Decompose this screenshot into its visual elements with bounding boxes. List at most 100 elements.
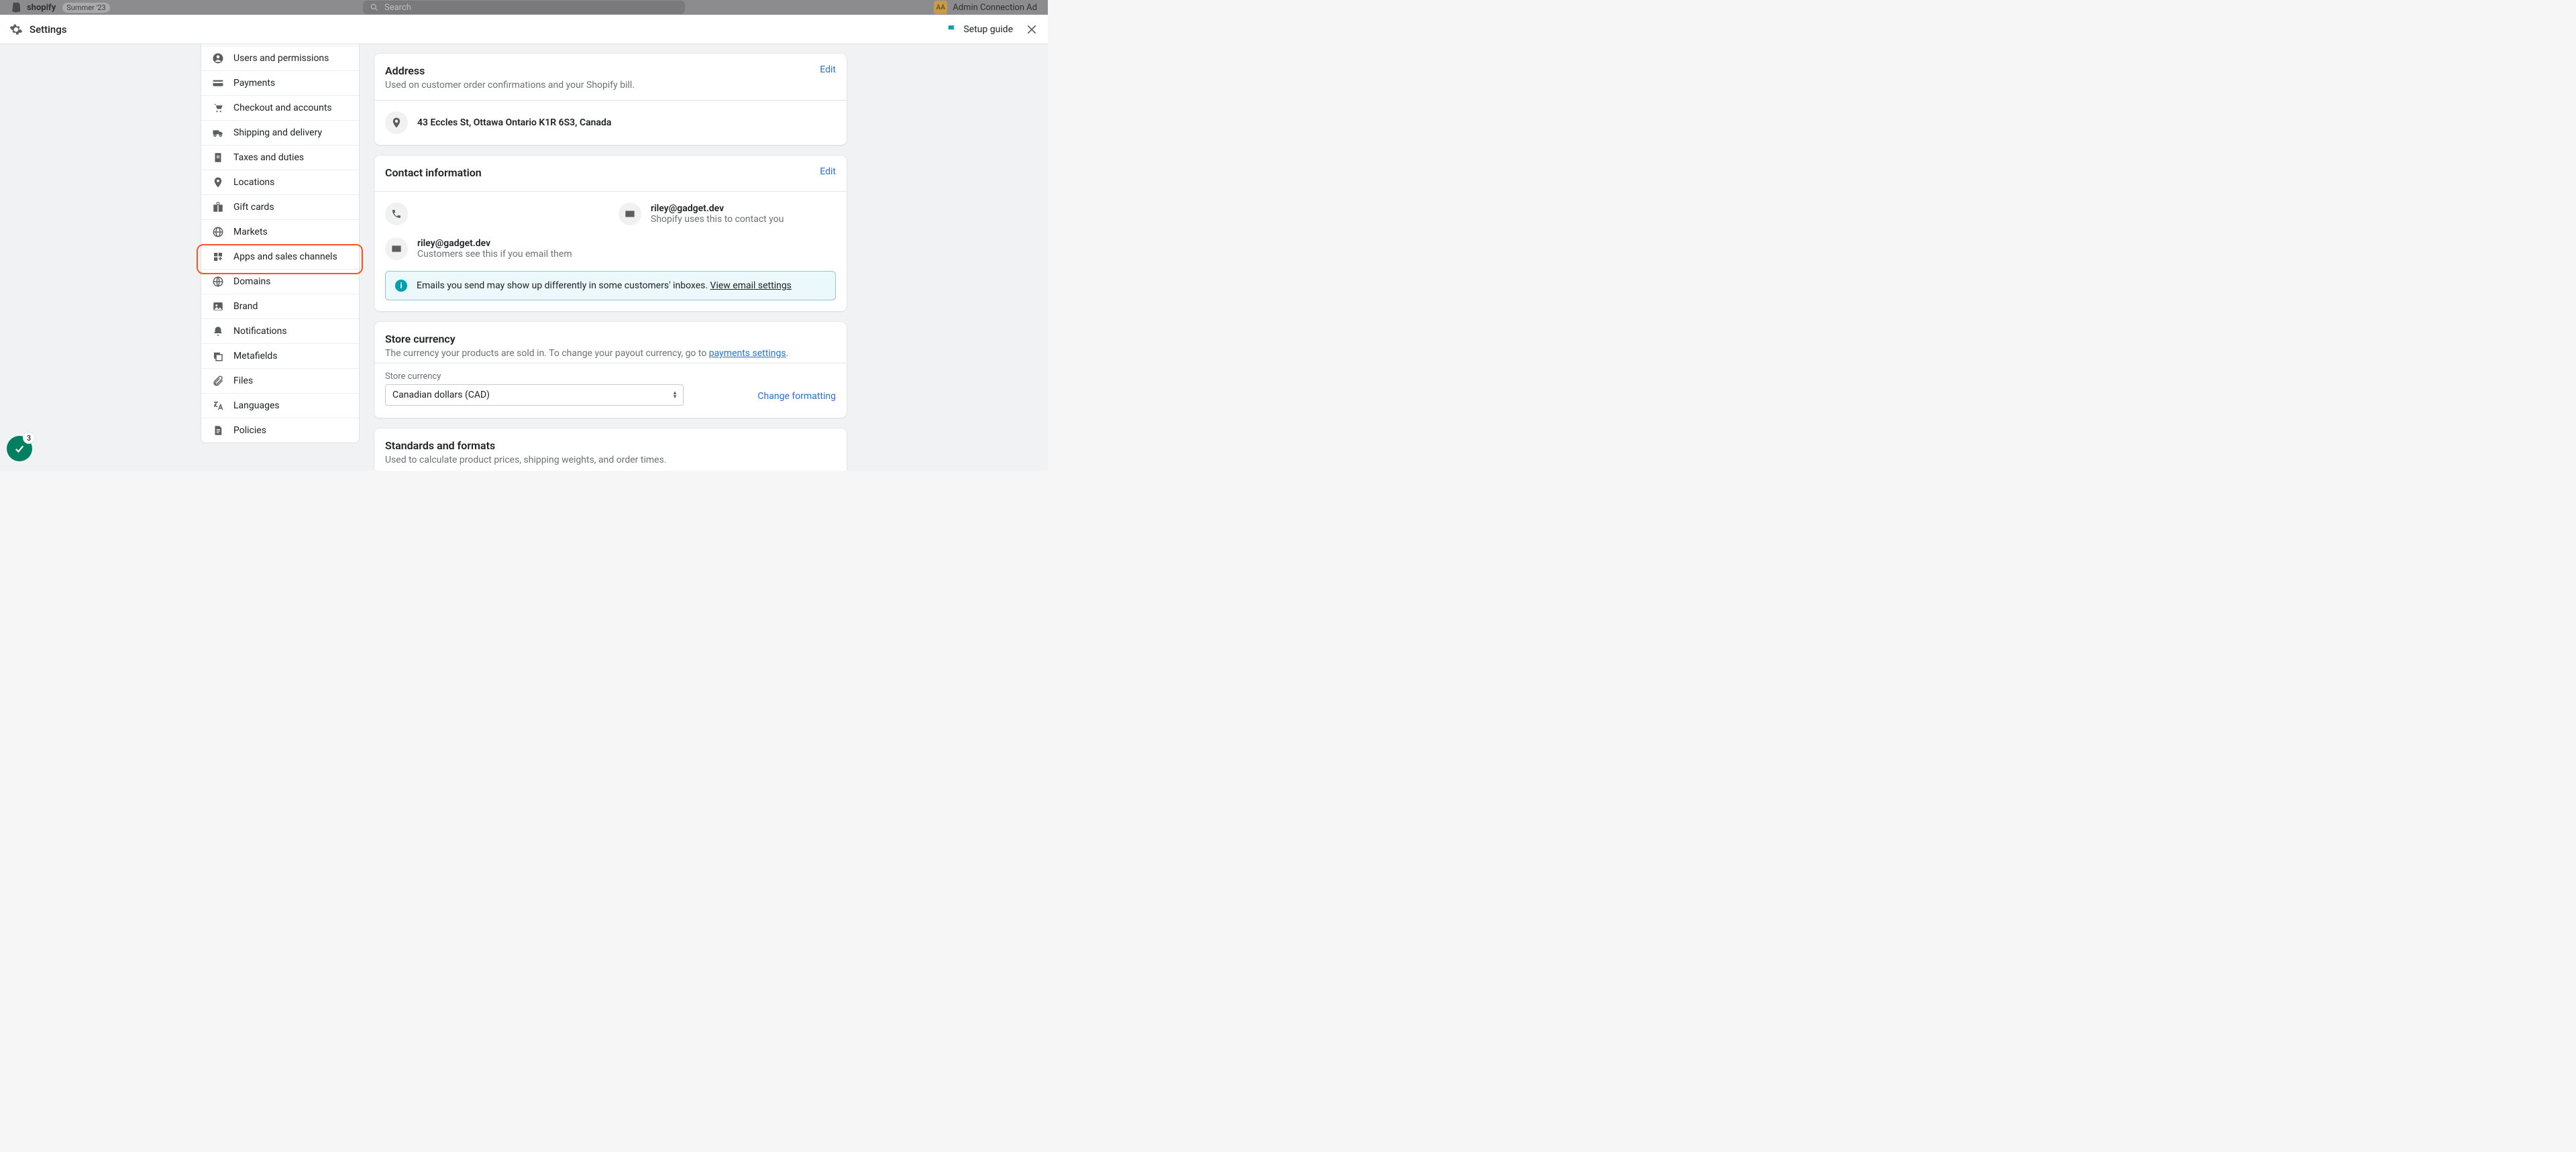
sidebar-item-markets[interactable]: Markets xyxy=(201,220,359,245)
fab-badge: 3 xyxy=(23,432,35,444)
sidebar-item-checkout-and-accounts[interactable]: Checkout and accounts xyxy=(201,96,359,121)
currency-subtitle-suffix: . xyxy=(786,348,789,359)
attachment-icon xyxy=(212,375,224,387)
sidebar-item-locations[interactable]: Locations xyxy=(201,170,359,195)
payments-settings-link[interactable]: payments settings xyxy=(709,348,786,359)
store-currency-card: Store currency The currency your product… xyxy=(374,322,847,418)
flag-icon xyxy=(946,23,958,36)
apps-icon xyxy=(212,251,224,263)
banner-text: Emails you send may show up differently … xyxy=(417,280,710,291)
currency-select[interactable]: Canadian dollars (CAD) ▲▼ xyxy=(385,384,684,406)
global-search-dimmed: Search xyxy=(363,1,685,14)
contact-title: Contact information xyxy=(385,166,482,179)
sidebar-item-metafields[interactable]: Metafields xyxy=(201,344,359,369)
domain-icon xyxy=(212,276,224,288)
address-title: Address xyxy=(385,64,635,77)
user-circle-icon xyxy=(212,52,224,64)
sidebar-item-taxes-and-duties[interactable]: Taxes and duties xyxy=(201,146,359,170)
email-icon xyxy=(385,237,408,260)
receipt-icon xyxy=(212,152,224,164)
address-subtitle: Used on customer order confirmations and… xyxy=(385,80,635,91)
contact-phone-row xyxy=(385,203,602,225)
sidebar-item-label: Metafields xyxy=(233,351,278,361)
close-button[interactable] xyxy=(1025,23,1038,36)
sidebar-item-domains[interactable]: Domains xyxy=(201,270,359,294)
account-email-note: Shopify uses this to contact you xyxy=(651,214,784,225)
sidebar-item-label: Brand xyxy=(233,301,258,312)
sidebar-item-notifications[interactable]: Notifications xyxy=(201,319,359,344)
currency-title: Store currency xyxy=(385,333,836,345)
sidebar-item-payments[interactable]: Payments xyxy=(201,71,359,96)
sidebar-item-label: Payments xyxy=(233,78,275,89)
standards-card: Standards and formats Used to calculate … xyxy=(374,428,847,471)
contact-sender-email-row: riley@gadget.dev Customers see this if y… xyxy=(385,237,602,260)
setup-guide-button[interactable]: Setup guide xyxy=(946,23,1013,36)
view-email-settings-link[interactable]: View email settings xyxy=(710,280,792,291)
account-email-value: riley@gadget.dev xyxy=(651,203,784,214)
sidebar-item-shipping-and-delivery[interactable]: Shipping and delivery xyxy=(201,121,359,146)
address-card: Address Used on customer order confirmat… xyxy=(374,54,847,145)
email-banner: i Emails you send may show up differentl… xyxy=(385,271,836,300)
truck-icon xyxy=(212,127,224,139)
gear-icon xyxy=(9,23,23,36)
settings-title: Settings xyxy=(30,23,67,36)
sidebar-item-label: Taxes and duties xyxy=(233,152,304,163)
sidebar-item-label: Locations xyxy=(233,177,274,188)
shopify-logo: shopify xyxy=(11,1,56,13)
settings-nav: Users and permissions Payments Checkout an… xyxy=(201,44,360,443)
sidebar-item-label: Files xyxy=(233,376,253,386)
onboarding-fab[interactable]: 3 xyxy=(7,436,32,461)
location-pin-icon xyxy=(385,111,408,134)
contact-account-email-row: riley@gadget.dev Shopify uses this to co… xyxy=(619,203,836,225)
select-arrows-icon: ▲▼ xyxy=(672,391,678,399)
sidebar-item-files[interactable]: Files xyxy=(201,369,359,394)
sidebar-item-label: Users and permissions xyxy=(233,53,329,64)
phone-icon xyxy=(385,203,408,225)
user-label-dimmed: Admin Connection Ad xyxy=(953,3,1037,13)
sidebar-item-label: Checkout and accounts xyxy=(233,103,332,113)
sidebar-item-label: Languages xyxy=(233,400,280,411)
address-value: 43 Eccles St, Ottawa Ontario K1R 6S3, Ca… xyxy=(417,117,611,128)
info-icon: i xyxy=(395,280,407,292)
email-icon xyxy=(619,203,641,225)
standards-subtitle: Used to calculate product prices, shippi… xyxy=(385,455,836,465)
document-icon xyxy=(212,424,224,437)
sidebar-item-label: Apps and sales channels xyxy=(233,251,337,262)
sidebar-item-apps-and-sales-channels[interactable]: Apps and sales channels xyxy=(201,245,359,270)
sidebar-item-brand[interactable]: Brand xyxy=(201,294,359,319)
contact-card: Contact information Edit xyxy=(374,156,847,311)
edition-badge: Summer '23 xyxy=(62,3,109,13)
sidebar-item-policies[interactable]: Policies xyxy=(201,418,359,443)
currency-subtitle-prefix: The currency your products are sold in. … xyxy=(385,348,709,359)
sender-email-note: Customers see this if you email them xyxy=(417,249,572,260)
sidebar-item-gift-cards[interactable]: Gift cards xyxy=(201,195,359,220)
sidebar-item-users-and-permissions[interactable]: Users and permissions xyxy=(201,46,359,71)
settings-body: Users and permissions Payments Checkout an… xyxy=(0,44,1048,471)
currency-field-label: Store currency xyxy=(385,371,684,382)
translate-icon xyxy=(212,400,224,412)
image-icon xyxy=(212,300,224,312)
sidebar-item-label: Gift cards xyxy=(233,202,274,213)
shopify-topbar-dimmed: shopify Summer '23 Search AA Admin Conne… xyxy=(0,0,1048,15)
checkmark-icon xyxy=(13,443,25,455)
change-formatting-link[interactable]: Change formatting xyxy=(757,391,836,406)
sidebar-item-languages[interactable]: Languages xyxy=(201,394,359,418)
sender-email-value: riley@gadget.dev xyxy=(417,238,572,249)
sidebar-item-label: Notifications xyxy=(233,326,287,337)
sidebar-item-label: Shipping and delivery xyxy=(233,127,322,138)
cart-icon xyxy=(212,102,224,114)
settings-header: Settings Setup guide xyxy=(0,15,1048,44)
bell-icon xyxy=(212,325,224,337)
standards-title: Standards and formats xyxy=(385,439,836,452)
sidebar-item-label: Policies xyxy=(233,425,266,436)
layers-icon xyxy=(212,350,224,362)
credit-card-icon xyxy=(212,77,224,89)
location-icon xyxy=(212,176,224,188)
sidebar-item-label: Domains xyxy=(233,276,270,287)
address-edit-link[interactable]: Edit xyxy=(820,64,836,75)
contact-edit-link[interactable]: Edit xyxy=(820,166,836,177)
currency-selected-value: Canadian dollars (CAD) xyxy=(392,390,490,400)
gift-icon xyxy=(212,201,224,213)
user-avatar-dimmed: AA xyxy=(934,1,947,14)
globe-icon xyxy=(212,226,224,238)
